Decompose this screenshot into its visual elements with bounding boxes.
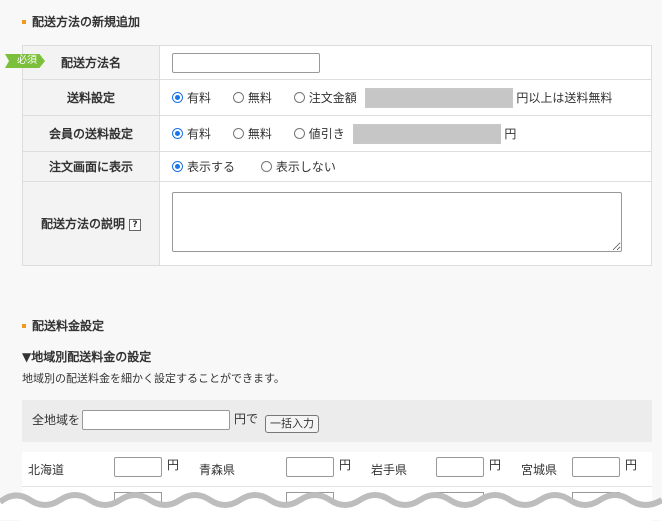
radio-member-paid[interactable]: 有料: [172, 125, 211, 142]
prefecture-cell: 宮城県: [521, 452, 557, 486]
order-amount-input[interactable]: [364, 87, 513, 108]
form-label-cell: 必須 配送方法名: [5, 45, 160, 80]
prefecture-input-cell: 円: [572, 452, 642, 486]
form-row-display: 注文画面に表示 表示する 表示しない: [22, 151, 652, 182]
bullet-icon: [22, 323, 26, 328]
unit-label: 円: [489, 458, 502, 472]
label-display: 注文画面に表示: [48, 160, 133, 174]
radio-free[interactable]: 無料: [232, 89, 272, 106]
bulk-label: 全地域を: [32, 413, 81, 427]
section-title-fee-settings: 配送料金設定: [22, 317, 104, 334]
discount-input[interactable]: [352, 123, 501, 144]
shipping-name-input[interactable]: [172, 52, 320, 73]
radio-label: 無料: [247, 127, 272, 141]
section-title-new-shipping: 配送方法の新規追加: [22, 13, 140, 30]
form-row-description: 配送方法の説明?: [22, 181, 652, 266]
required-badge: 必須: [5, 54, 45, 68]
radio-label: 有料: [187, 127, 212, 141]
label-member-fee: 会員の送料設定: [48, 127, 133, 141]
radio-label: 表示する: [187, 160, 236, 174]
shipping-method-form: 必須 配送方法名 送料設定 有料 無料 注文金額 円以上は送料無料 会員の送料設…: [5, 45, 652, 266]
label-shipping-fee: 送料設定: [66, 91, 115, 105]
radio-member-free[interactable]: 無料: [232, 125, 272, 142]
prefecture-input-cell: 円: [286, 452, 356, 486]
radio-dot: [172, 161, 183, 172]
bulk-unit: 円で: [234, 412, 259, 426]
form-value-cell: 有料 無料 注文金額 円以上は送料無料: [159, 79, 652, 116]
prefecture-row: 北海道 円 青森県 円 岩手県 円 宮城県 円: [22, 452, 652, 487]
regional-fee-description: 地域別の配送料金を細かく設定することができます。: [22, 372, 285, 385]
form-label-cell: 注文画面に表示: [22, 151, 160, 182]
form-value-cell: [159, 181, 652, 266]
prefecture-input-cell: 円: [436, 452, 506, 486]
form-label-cell: 会員の送料設定: [22, 115, 160, 152]
section-title-text: 配送方法の新規追加: [32, 15, 141, 29]
label-shipping-name: 配送方法名: [60, 56, 121, 70]
radio-order-amount[interactable]: 注文金額: [293, 89, 357, 106]
radio-dot: [293, 92, 305, 103]
label-description: 配送方法の説明: [40, 217, 125, 231]
radio-label: 値引き: [308, 127, 345, 141]
prefecture-input-cell: 円: [114, 452, 184, 486]
bulk-input-panel: 全地域を 円で 一括入力: [22, 400, 652, 442]
help-icon[interactable]: ?: [129, 218, 141, 231]
regional-fee-heading: ▼地域別配送料金の設定: [22, 350, 152, 364]
form-row-shipping-fee: 送料設定 有料 無料 注文金額 円以上は送料無料: [22, 79, 652, 116]
unit-label: 円: [625, 458, 638, 472]
prefecture-fee-input[interactable]: [436, 457, 484, 477]
radio-label: 表示しない: [275, 160, 336, 174]
prefecture-name: 青森県: [199, 462, 236, 477]
radio-dot: [232, 92, 244, 103]
radio-dot: [172, 92, 183, 103]
unit-label: 円: [167, 458, 180, 472]
radio-paid[interactable]: 有料: [172, 89, 211, 106]
discount-suffix: 円: [504, 127, 517, 141]
prefecture-name: 岩手県: [371, 462, 408, 477]
form-value-cell: 表示する 表示しない: [159, 151, 652, 182]
free-shipping-suffix: 円以上は送料無料: [516, 91, 613, 105]
prefecture-name: 宮城県: [521, 462, 558, 477]
torn-edge-decoration: [0, 492, 662, 520]
bulk-apply-button[interactable]: 一括入力: [265, 415, 319, 433]
radio-hide[interactable]: 表示しない: [260, 158, 336, 175]
prefecture-cell: 青森県: [199, 452, 235, 486]
form-label-cell: 配送方法の説明?: [22, 181, 160, 266]
prefecture-cell: 北海道: [28, 452, 64, 486]
radio-dot: [260, 161, 272, 172]
form-label-cell: 送料設定: [22, 79, 160, 116]
form-value-cell: 有料 無料 値引き 円: [159, 115, 652, 152]
radio-dot: [232, 128, 244, 139]
form-value-cell: [159, 45, 652, 80]
unit-label: 円: [339, 458, 352, 472]
section-title-text: 配送料金設定: [32, 319, 105, 333]
description-textarea[interactable]: [172, 192, 622, 252]
bullet-icon: [22, 19, 26, 24]
radio-dot: [293, 128, 305, 139]
prefecture-fee-input[interactable]: [572, 457, 620, 477]
form-row-member-fee: 会員の送料設定 有料 無料 値引き 円: [22, 115, 652, 152]
form-row-name: 必須 配送方法名: [5, 45, 652, 80]
prefecture-fee-input[interactable]: [114, 457, 162, 477]
radio-label: 無料: [247, 91, 272, 105]
prefecture-fee-input[interactable]: [286, 457, 334, 477]
radio-show[interactable]: 表示する: [172, 158, 235, 175]
radio-dot: [172, 128, 183, 139]
bulk-amount-input[interactable]: [82, 410, 230, 430]
radio-member-discount[interactable]: 値引き: [293, 125, 345, 142]
prefecture-cell: 岩手県: [371, 452, 407, 486]
prefecture-name: 北海道: [28, 462, 65, 477]
radio-label: 注文金額: [308, 91, 357, 105]
radio-label: 有料: [187, 91, 212, 105]
